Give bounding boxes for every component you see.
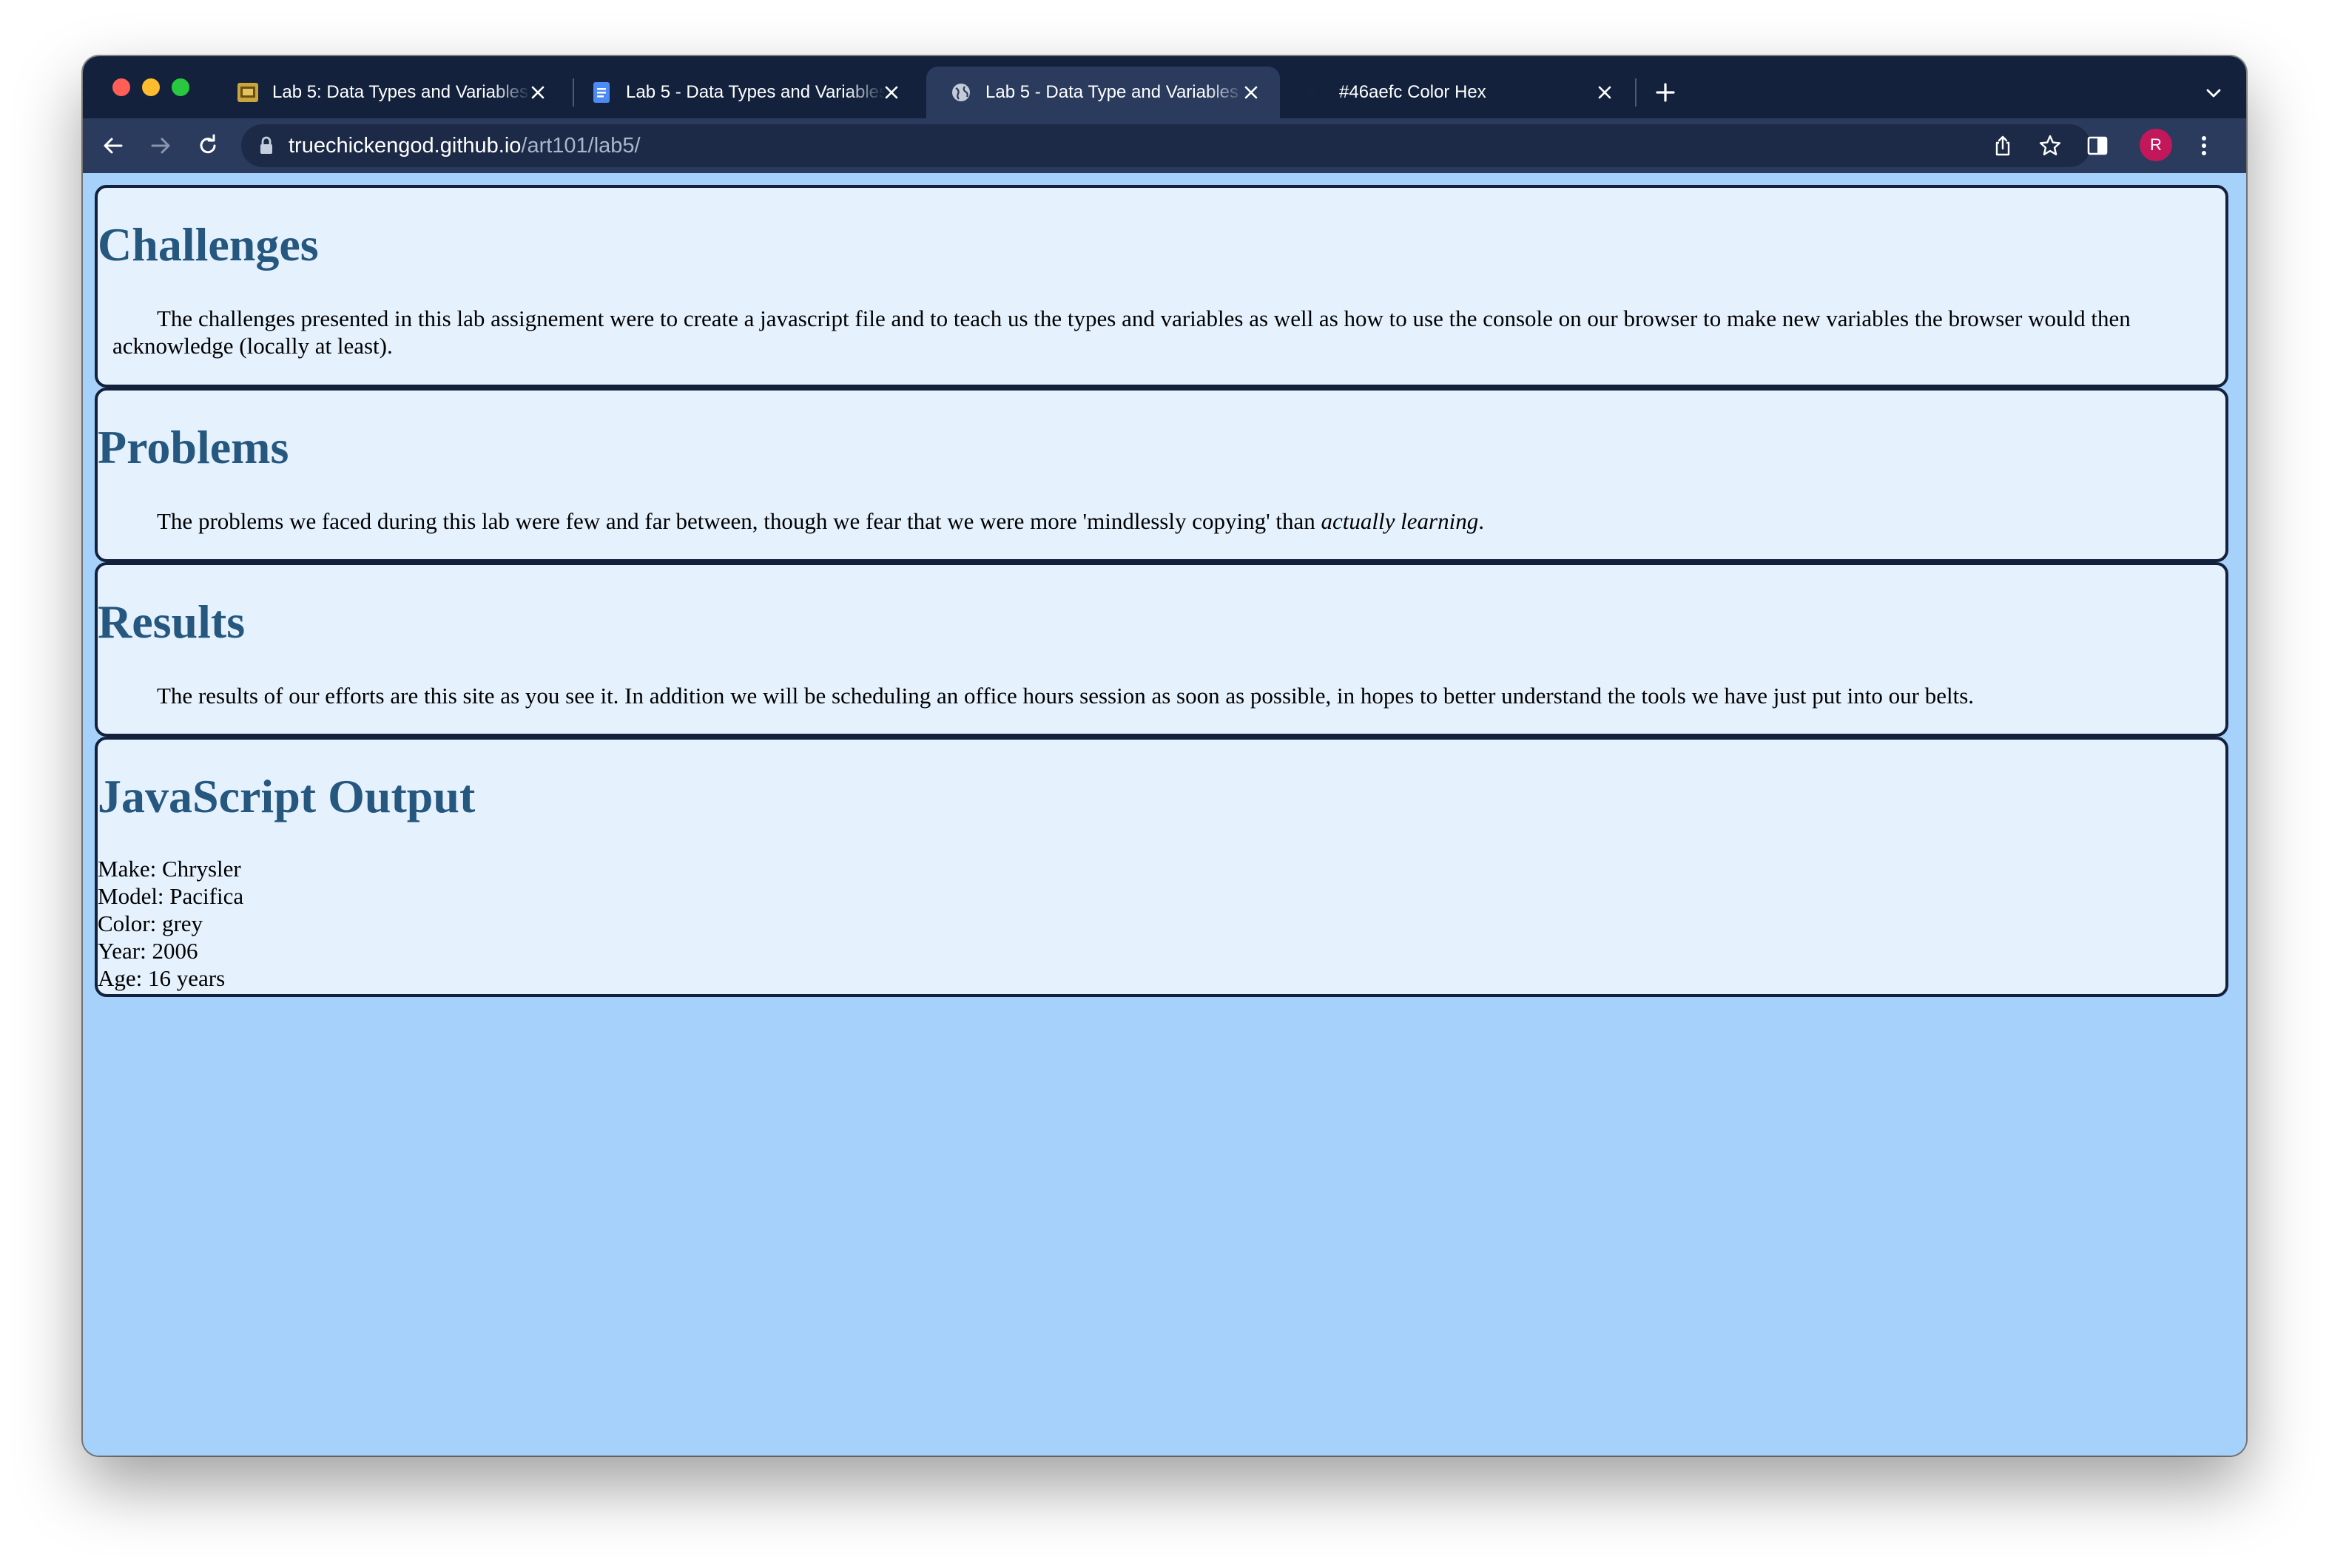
problems-text-end: . [1478, 508, 1484, 534]
javascript-output-section: JavaScript Output Make: Chrysler Model: … [95, 737, 2228, 997]
colorhex-icon [1304, 81, 1326, 104]
forward-button[interactable] [144, 129, 178, 163]
output-line-make: Make: Chrysler [98, 856, 241, 882]
url-path: /art101/lab5/ [521, 133, 641, 158]
problems-section: Problems The problems we faced during th… [95, 388, 2228, 562]
close-window-button[interactable] [112, 78, 130, 96]
kebab-menu-icon [2202, 136, 2206, 155]
chevron-down-icon [2206, 89, 2221, 98]
results-text: The results of our efforts are this site… [157, 683, 1975, 709]
reload-icon [200, 134, 216, 154]
tab-title: Lab 5 - Data Type and Variables [985, 82, 1238, 102]
challenges-section: Challenges The challenges presented in t… [95, 185, 2228, 388]
problems-text-emphasis: actually learning [1321, 508, 1479, 534]
challenges-text: The challenges presented in this lab ass… [112, 305, 2131, 359]
side-panel-button[interactable] [2080, 129, 2114, 163]
problems-heading: Problems [98, 421, 289, 473]
page-viewport: Challenges The challenges presented in t… [83, 173, 2246, 1456]
close-icon[interactable] [1594, 81, 1616, 104]
tab-lab5-data-types-doc[interactable]: Lab 5 - Data Types and Variables [567, 67, 920, 118]
output-list: Make: Chrysler Model: Pacifica Color: gr… [98, 855, 243, 992]
minimize-window-button[interactable] [142, 78, 160, 96]
globe-icon [950, 81, 972, 104]
tab-strip: Lab 5: Data Types and Variables Lab 5 - … [83, 56, 2246, 118]
back-button[interactable] [96, 129, 130, 163]
url-text: truechickengod.github.io/art101/lab5/ [289, 134, 641, 158]
tab-color-hex[interactable]: #46aefc Color Hex [1280, 67, 1634, 118]
bookmark-button[interactable] [2033, 129, 2067, 163]
problems-text: The problems we faced during this lab we… [112, 507, 2181, 535]
lab-logo-icon [237, 81, 259, 104]
arrow-left-icon [104, 138, 123, 154]
menu-button[interactable] [2187, 129, 2221, 163]
new-tab-button[interactable] [1650, 77, 1681, 108]
profile-avatar[interactable]: R [2140, 129, 2172, 161]
browser-toolbar: truechickengod.github.io/art101/lab5/ R [83, 118, 2246, 173]
tab-lab5-data-types[interactable]: Lab 5: Data Types and Variables [213, 67, 567, 118]
zoom-window-button[interactable] [172, 78, 189, 96]
reload-button[interactable] [191, 129, 225, 163]
lock-icon[interactable] [259, 135, 275, 156]
share-icon [1995, 135, 2010, 156]
output-line-year: Year: 2006 [98, 938, 198, 964]
star-icon [2039, 135, 2061, 155]
tab-title: Lab 5 - Data Types and Variables [626, 82, 885, 102]
close-icon[interactable] [1240, 81, 1262, 104]
close-icon[interactable] [880, 81, 903, 104]
results-heading: Results [98, 595, 246, 648]
tab-title: Lab 5: Data Types and Variables [272, 82, 529, 102]
tab-search-button[interactable] [2199, 78, 2228, 108]
challenges-heading: Challenges [98, 218, 319, 271]
tab-divider [1635, 78, 1637, 107]
output-line-color: Color: grey [98, 910, 203, 936]
browser-window: Lab 5: Data Types and Variables Lab 5 - … [83, 56, 2246, 1456]
problems-text-main: The problems we faced during this lab we… [157, 508, 1321, 534]
results-section: Results The results of our efforts are t… [95, 562, 2228, 737]
plus-icon [1656, 83, 1675, 102]
close-icon[interactable] [527, 81, 549, 104]
docs-icon [590, 81, 613, 104]
arrow-right-icon [151, 138, 170, 154]
address-bar[interactable]: truechickengod.github.io/art101/lab5/ [241, 124, 2091, 167]
side-panel-icon [2087, 136, 2108, 155]
share-button[interactable] [1986, 129, 2020, 163]
output-line-age: Age: 16 years [98, 965, 226, 991]
output-heading: JavaScript Output [98, 770, 476, 822]
tab-lab5-active[interactable]: Lab 5 - Data Type and Variables [926, 67, 1280, 118]
tab-title: #46aefc Color Hex [1339, 82, 1486, 102]
url-host: truechickengod.github.io [289, 133, 522, 158]
output-line-model: Model: Pacifica [98, 883, 244, 909]
